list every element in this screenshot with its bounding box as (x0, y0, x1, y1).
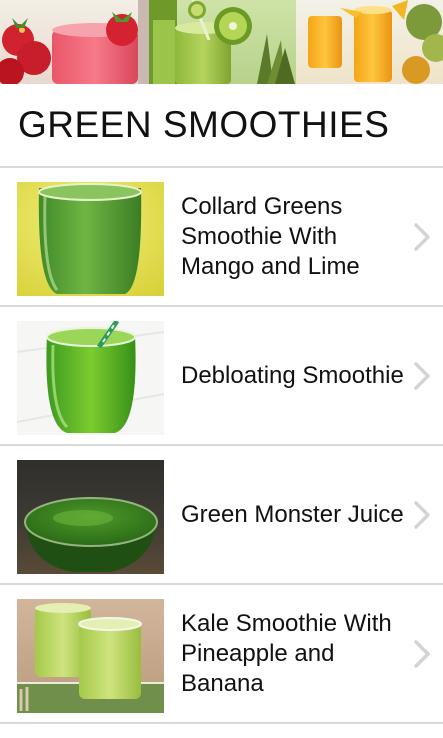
chevron-right-icon (413, 500, 431, 530)
chevron-right-icon (413, 222, 431, 252)
list-item-collard-greens-smoothie[interactable]: Collard Greens Smoothie With Mango and L… (0, 168, 443, 307)
recipe-title: Kale Smoothie With Pineapple and Banana (181, 609, 392, 697)
recipe-thumbnail (17, 321, 164, 435)
chevron-right-icon (413, 361, 431, 391)
recipe-thumbnail (17, 460, 164, 574)
banner-photo-strawberry-smoothie (0, 0, 149, 84)
banner-photo-orange-smoothie (296, 0, 443, 84)
banner-photo-kiwi-smoothie (149, 0, 296, 84)
page-title: GREEN SMOOTHIES (18, 104, 390, 145)
recipe-title: Green Monster Juice (181, 500, 404, 528)
list-item-debloating-smoothie[interactable]: Debloating Smoothie (0, 307, 443, 446)
header-banner-image (0, 0, 443, 84)
chevron-right-icon (413, 639, 431, 669)
recipe-list: Collard Greens Smoothie With Mango and L… (0, 168, 443, 724)
list-item-green-monster-juice[interactable]: Green Monster Juice (0, 446, 443, 585)
page-header: GREEN SMOOTHIES (0, 84, 443, 168)
recipe-title: Debloating Smoothie (181, 361, 404, 389)
list-item-kale-smoothie[interactable]: Kale Smoothie With Pineapple and Banana (0, 585, 443, 724)
app-screen: GREEN SMOOTHIES Collard Greens Smoothie … (0, 0, 443, 738)
recipe-title: Collard Greens Smoothie With Mango and L… (181, 192, 360, 280)
recipe-thumbnail (17, 599, 164, 713)
recipe-thumbnail (17, 182, 164, 296)
